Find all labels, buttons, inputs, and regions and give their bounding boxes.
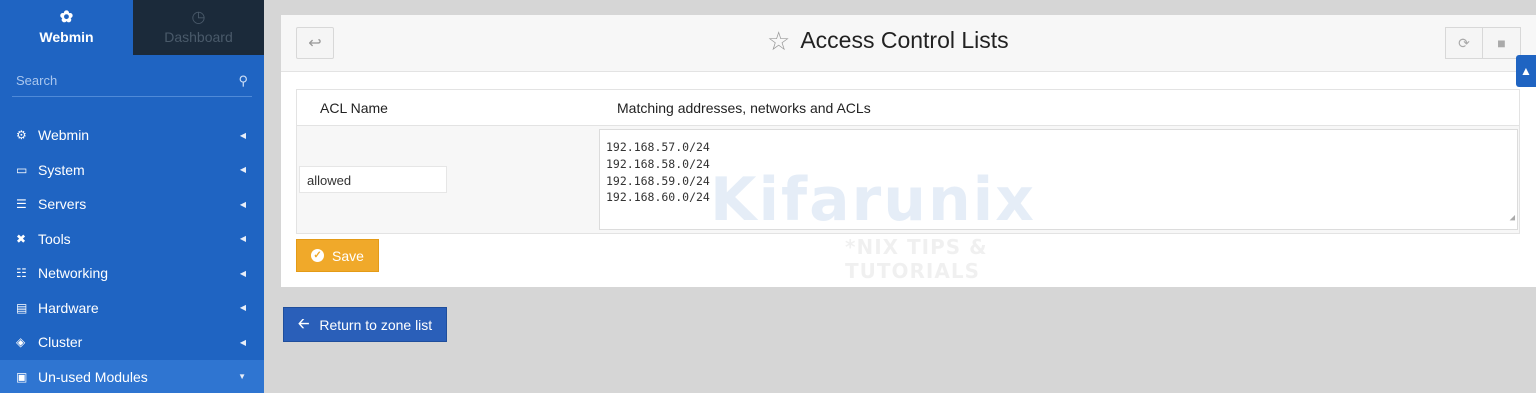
- hard-drive-icon: ▤: [16, 300, 28, 315]
- dashboard-gauge-icon: ◷: [191, 9, 206, 26]
- sidebar-item-system[interactable]: ▭ System ◀: [0, 153, 264, 188]
- sidebar-item-label: Networking: [38, 265, 109, 282]
- caret-left-icon: ◀: [239, 234, 246, 244]
- address-line: 192.168.58.0/24: [606, 156, 710, 171]
- table-row: allowed 192.168.57.0/24 192.168.58.0/24 …: [297, 126, 1519, 233]
- return-arrow-icon: ↩: [308, 35, 322, 52]
- refresh-icon: ⟳: [1458, 34, 1470, 51]
- acl-table-header: ACL Name Matching addresses, networks an…: [297, 90, 1519, 126]
- sidebar-item-label: Webmin: [38, 127, 90, 144]
- header-actions: ⟳ ■: [1445, 27, 1521, 59]
- caret-left-icon: ◀: [239, 199, 246, 209]
- layers-icon: ◈: [16, 335, 26, 350]
- laptop-icon: ▭: [16, 162, 28, 177]
- puzzle-icon: ▣: [16, 369, 28, 384]
- back-button[interactable]: ↩: [296, 27, 334, 59]
- tab-dashboard[interactable]: ◷ Dashboard: [133, 0, 264, 55]
- page-title-text: Access Control Lists: [800, 27, 1009, 53]
- address-line: 192.168.60.0/24: [606, 190, 710, 205]
- column-header-acl-name: ACL Name: [320, 99, 388, 116]
- star-icon[interactable]: ☆: [767, 28, 790, 54]
- search-icon[interactable]: ⚲: [238, 73, 248, 89]
- gear-icon: ⚙: [16, 128, 27, 143]
- webmin-logo-icon: ✿: [59, 9, 74, 26]
- notification-side-tab[interactable]: ▲: [1516, 55, 1536, 87]
- caret-down-icon: ▼: [238, 372, 246, 382]
- sidebar-item-unused-modules[interactable]: ▣ Un-used Modules ▼: [0, 359, 264, 393]
- caret-left-icon: ◀: [239, 130, 246, 140]
- main-panel: ↩ ☆ Access Control Lists ⟳ ■ ▲ ACL Name …: [281, 15, 1536, 287]
- sidebar-search[interactable]: Search ⚲: [12, 65, 252, 97]
- sidebar-item-servers[interactable]: ☰ Servers ◀: [0, 187, 264, 222]
- sidebar-tabs: ✿ Webmin ◷ Dashboard: [0, 0, 264, 55]
- sidebar-item-label: Tools: [38, 230, 71, 247]
- caret-left-icon: ◀: [239, 165, 246, 175]
- return-button-label: Return to zone list: [319, 316, 433, 333]
- addresses-textarea[interactable]: 192.168.57.0/24 192.168.58.0/24 192.168.…: [599, 129, 1518, 230]
- tab-dashboard-label: Dashboard: [164, 29, 233, 45]
- sidebar-item-tools[interactable]: ✖ Tools ◀: [0, 222, 264, 257]
- sidebar-item-networking[interactable]: ☷ Networking ◀: [0, 256, 264, 291]
- sidebar-item-label: Un-used Modules: [38, 368, 148, 385]
- return-to-zone-list-button[interactable]: 🡠 Return to zone list: [283, 307, 447, 342]
- check-circle-icon: ✓: [311, 249, 325, 262]
- caret-left-icon: ◀: [239, 337, 246, 347]
- save-button[interactable]: ✓ Save: [296, 239, 379, 272]
- server-icon: ☰: [16, 197, 27, 212]
- sidebar: ✿ Webmin ◷ Dashboard Search ⚲ ⚙ Webmin ◀…: [0, 0, 264, 393]
- sidebar-item-label: Servers: [38, 196, 87, 213]
- page-title: ☆ Access Control Lists: [767, 27, 1009, 54]
- sidebar-item-label: Cluster: [38, 334, 83, 351]
- refresh-button[interactable]: ⟳: [1445, 27, 1483, 59]
- caret-left-icon: ◀: [239, 268, 246, 278]
- address-line: 192.168.57.0/24: [606, 140, 710, 154]
- panel-header: ↩ ☆ Access Control Lists ⟳ ■: [281, 15, 1536, 72]
- acl-name-input[interactable]: allowed: [299, 166, 447, 193]
- arrow-left-icon: 🡠: [298, 314, 310, 331]
- sidebar-item-hardware[interactable]: ▤ Hardware ◀: [0, 291, 264, 326]
- caret-left-icon: ◀: [239, 303, 246, 313]
- sidebar-item-label: Hardware: [38, 299, 99, 316]
- save-button-label: Save: [332, 247, 364, 264]
- stop-button[interactable]: ■: [1483, 27, 1521, 59]
- bell-icon: ▲: [1520, 64, 1532, 78]
- network-icon: ☷: [16, 266, 27, 281]
- sidebar-menu: ⚙ Webmin ◀ ▭ System ◀ ☰ Servers ◀ ✖ Tool…: [0, 118, 264, 393]
- tools-icon: ✖: [16, 231, 27, 246]
- resize-grip-icon[interactable]: ◢: [1510, 210, 1515, 227]
- sidebar-item-cluster[interactable]: ◈ Cluster ◀: [0, 325, 264, 360]
- search-input[interactable]: Search: [16, 73, 57, 88]
- tab-webmin[interactable]: ✿ Webmin: [0, 0, 133, 55]
- sidebar-item-label: System: [38, 161, 85, 178]
- column-header-addresses: Matching addresses, networks and ACLs: [617, 99, 871, 116]
- address-line: 192.168.59.0/24: [606, 173, 710, 188]
- acl-table: ACL Name Matching addresses, networks an…: [296, 89, 1520, 234]
- stop-icon: ■: [1497, 35, 1506, 51]
- tab-webmin-label: Webmin: [39, 29, 94, 45]
- sidebar-item-webmin[interactable]: ⚙ Webmin ◀: [0, 118, 264, 153]
